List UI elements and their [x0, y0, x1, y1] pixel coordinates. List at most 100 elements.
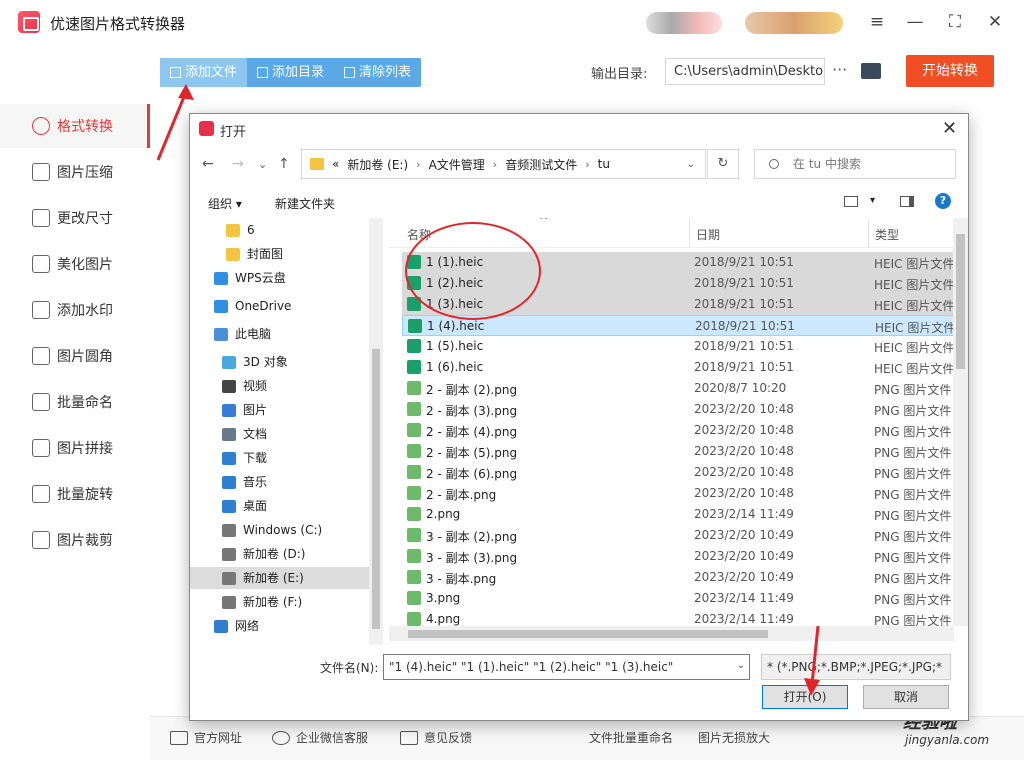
file-row[interactable]: 2 - 副本 (6).png 2023/2/20 10:48 PNG 图片文件 — [402, 462, 957, 483]
cancel-button[interactable]: 取消 — [863, 685, 949, 709]
address-dropdown-icon[interactable]: ⌄ — [687, 159, 695, 170]
trash-icon — [344, 67, 356, 78]
add-directory-button[interactable]: 添加目录 — [247, 58, 334, 87]
search-input[interactable]: 在 tu 中搜索 — [754, 149, 956, 179]
file-row[interactable]: 2 - 副本 (4).png 2023/2/20 10:48 PNG 图片文件 — [402, 420, 957, 441]
filename-input[interactable]: "1 (4).heic" "1 (1).heic" "1 (2).heic" "… — [383, 654, 750, 680]
minimize-icon[interactable]: — — [904, 11, 926, 33]
vip-badge[interactable] — [745, 12, 843, 34]
tree-item[interactable]: 新加卷 (F:) — [190, 591, 369, 613]
sidebar-item-label: 格式转换 — [57, 119, 113, 135]
file-date: 2023/2/20 10:48 — [694, 402, 794, 416]
wechat-support-link[interactable]: 企业微信客服 — [272, 729, 368, 746]
tree-item[interactable]: WPS云盘 — [190, 267, 369, 289]
address-bar[interactable]: « 新加卷 (E:) › A文件管理 › 音频测试文件 › tu ⌄ — [301, 149, 706, 179]
tree-item[interactable]: 下载 — [190, 447, 369, 469]
file-name: 3 - 副本.png — [426, 572, 497, 586]
png-file-icon — [407, 444, 421, 458]
official-site-link[interactable]: 官方网址 — [170, 729, 242, 746]
breadcrumb[interactable]: 新加卷 (E:) — [347, 156, 408, 173]
view-dropdown-icon[interactable]: ▾ — [870, 195, 875, 206]
preview-pane-icon[interactable] — [900, 196, 914, 207]
file-list-scroll-thumb[interactable] — [956, 234, 965, 369]
file-row[interactable]: 2 - 副本 (5).png 2023/2/20 10:48 PNG 图片文件 — [402, 441, 957, 462]
column-date[interactable]: 日期 — [696, 226, 720, 243]
sidebar-item-batch-rotate[interactable]: 批量旋转 — [0, 472, 150, 516]
new-folder-button[interactable]: 新建文件夹 — [275, 195, 335, 212]
filename-dropdown-icon[interactable]: ⌄ — [732, 654, 750, 680]
up-arrow-icon[interactable]: ↑ — [278, 156, 290, 172]
user-avatar[interactable] — [646, 12, 722, 34]
breadcrumb[interactable]: A文件管理 — [429, 156, 485, 173]
output-dir-field[interactable]: C:\Users\admin\Deskto — [665, 58, 825, 85]
file-row[interactable]: 3 - 副本.png 2023/2/20 10:49 PNG 图片文件 — [402, 567, 957, 588]
file-row[interactable]: 2 - 副本 (2).png 2020/8/7 10:20 PNG 图片文件 — [402, 378, 957, 399]
tree-item[interactable]: 封面图 — [190, 243, 369, 265]
tree-item-label: 桌面 — [243, 499, 268, 513]
sidebar-item-compress[interactable]: 图片压缩 — [0, 150, 150, 194]
tree-item[interactable]: 新加卷 (E:) — [190, 567, 369, 589]
file-name: 1 (6).heic — [426, 360, 484, 374]
file-date: 2020/8/7 10:20 — [694, 381, 787, 395]
dialog-close-icon[interactable]: ✕ — [942, 118, 957, 139]
tree-item[interactable]: 桌面 — [190, 495, 369, 517]
column-divider[interactable] — [868, 218, 869, 248]
start-convert-button[interactable]: 开始转换 — [906, 55, 994, 87]
column-divider[interactable] — [689, 218, 690, 248]
column-type[interactable]: 类型 — [875, 226, 899, 243]
tree-item[interactable]: 文档 — [190, 423, 369, 445]
file-row[interactable]: 3.png 2023/2/14 11:49 PNG 图片文件 — [402, 588, 957, 609]
forward-arrow-icon[interactable]: → — [232, 156, 244, 172]
clear-list-button[interactable]: 清除列表 — [334, 58, 421, 87]
help-icon[interactable]: ? — [935, 193, 951, 209]
sidebar-item-round-corner[interactable]: 图片圆角 — [0, 334, 150, 378]
file-type-filter[interactable]: * (*.PNG;*.BMP;*.JPEG;*.JPG;* — [761, 654, 951, 680]
file-type: PNG 图片文件 — [874, 530, 952, 544]
feedback-link[interactable]: 意见反馈 — [400, 729, 472, 746]
tree-item[interactable]: 图片 — [190, 399, 369, 421]
tree-scroll-thumb[interactable] — [372, 349, 380, 629]
open-folder-icon[interactable] — [861, 63, 881, 79]
tree-item[interactable]: 3D 对象 — [190, 351, 369, 373]
tree-item[interactable]: 网络 — [190, 615, 369, 637]
dialog-title-bar: 打开 ✕ — [190, 114, 968, 144]
maximize-icon[interactable]: ⛶ — [944, 11, 966, 33]
recent-chevron-icon[interactable]: ⌄ — [258, 158, 267, 171]
menu-icon[interactable]: ≡ — [866, 11, 888, 33]
tree-item[interactable]: 视频 — [190, 375, 369, 397]
tree-item[interactable]: 此电脑 — [190, 323, 369, 345]
organize-menu[interactable]: 组织 ▾ — [208, 195, 242, 212]
tree-item[interactable]: 音乐 — [190, 471, 369, 493]
sidebar-item-crop[interactable]: 图片裁剪 — [0, 518, 150, 562]
close-icon[interactable]: ✕ — [984, 11, 1006, 33]
tree-item[interactable]: OneDrive — [190, 295, 369, 317]
file-row[interactable]: 1 (5).heic 2018/9/21 10:51 HEIC 图片文件 — [402, 336, 957, 357]
more-options-button[interactable]: ··· — [832, 60, 847, 79]
horizontal-scroll-thumb[interactable] — [408, 630, 768, 638]
sidebar-item-stitch[interactable]: 图片拼接 — [0, 426, 150, 470]
file-row[interactable]: 4.png 2023/2/14 11:49 PNG 图片文件 — [402, 609, 957, 626]
file-row[interactable]: 3 - 副本 (2).png 2023/2/20 10:49 PNG 图片文件 — [402, 525, 957, 546]
file-row[interactable]: 2 - 副本 (3).png 2023/2/20 10:48 PNG 图片文件 — [402, 399, 957, 420]
file-row[interactable]: 3 - 副本 (3).png 2023/2/20 10:49 PNG 图片文件 — [402, 546, 957, 567]
network-icon — [214, 619, 228, 633]
file-row[interactable]: 1 (6).heic 2018/9/21 10:51 HEIC 图片文件 — [402, 357, 957, 378]
breadcrumb[interactable]: 音频测试文件 — [505, 156, 577, 173]
sidebar-item-beautify[interactable]: 美化图片 — [0, 242, 150, 286]
file-date: 2023/2/20 10:49 — [694, 570, 794, 584]
file-type: PNG 图片文件 — [874, 446, 952, 460]
view-options-icon[interactable] — [844, 196, 858, 207]
refresh-icon[interactable]: ↻ — [707, 149, 739, 179]
sidebar-item-batch-rename[interactable]: 批量命名 — [0, 380, 150, 424]
file-row[interactable]: 2 - 副本.png 2023/2/20 10:48 PNG 图片文件 — [402, 483, 957, 504]
lossless-upscale-link[interactable]: 图片无损放大 — [698, 729, 770, 746]
breadcrumb[interactable]: tu — [598, 157, 610, 171]
file-row[interactable]: 2.png 2023/2/14 11:49 PNG 图片文件 — [402, 504, 957, 525]
batch-rename-link[interactable]: 文件批量重命名 — [589, 729, 673, 746]
tree-item[interactable]: 6 — [190, 219, 369, 241]
tree-item[interactable]: Windows (C:) — [190, 519, 369, 541]
sidebar-item-format-convert[interactable]: 格式转换 — [0, 104, 150, 148]
sidebar-item-watermark[interactable]: 添加水印 — [0, 288, 150, 332]
tree-item[interactable]: 新加卷 (D:) — [190, 543, 369, 565]
sidebar-item-resize[interactable]: 更改尺寸 — [0, 196, 150, 240]
